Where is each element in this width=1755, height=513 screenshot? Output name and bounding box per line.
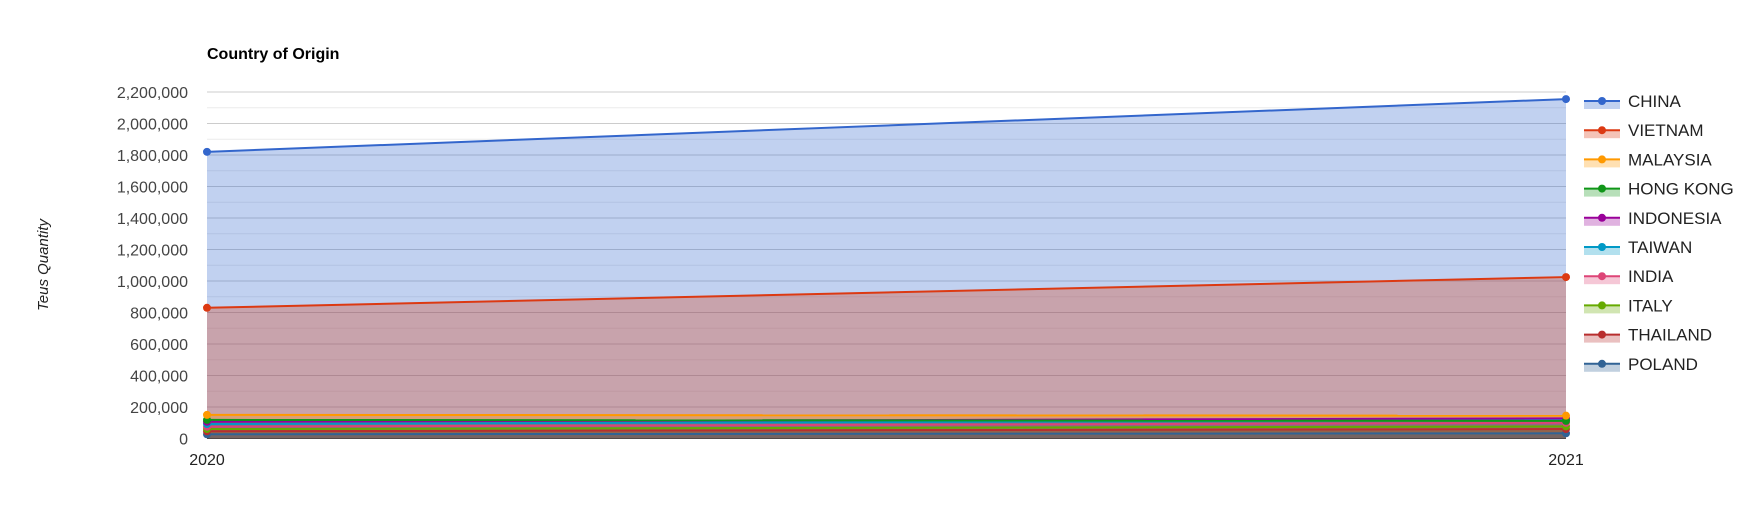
legend-item: ITALY xyxy=(1584,296,1673,315)
legend-label: VIETNAM xyxy=(1628,121,1704,140)
legend-label: INDONESIA xyxy=(1628,209,1722,228)
legend-label: INDIA xyxy=(1628,267,1674,286)
series-areas xyxy=(207,99,1566,439)
y-tick-label: 1,800,000 xyxy=(117,148,188,165)
legend-label: THAILAND xyxy=(1628,326,1712,345)
legend-label: MALAYSIA xyxy=(1628,150,1712,169)
legend-label: ITALY xyxy=(1628,296,1673,315)
y-tick-label: 2,000,000 xyxy=(117,117,188,134)
legend-marker xyxy=(1598,155,1606,164)
legend-marker xyxy=(1598,213,1606,222)
y-tick-label: 800,000 xyxy=(130,306,188,323)
legend-marker xyxy=(1598,184,1606,193)
legend-marker xyxy=(1598,301,1606,310)
point-china xyxy=(203,147,211,156)
legend-label: CHINA xyxy=(1628,92,1682,111)
y-tick-label: 600,000 xyxy=(130,337,188,354)
legend-item: POLAND xyxy=(1584,355,1698,374)
legend-item: INDIA xyxy=(1584,267,1674,286)
legend-item: MALAYSIA xyxy=(1584,150,1712,169)
legend-marker xyxy=(1598,243,1606,251)
y-axis-ticks: 0 200,000 400,000 600,000 800,000 1,000,000 1,… xyxy=(117,85,188,449)
area-chart: Country of Origin Teus Quantity 0 200,000… xyxy=(35,46,1734,469)
legend-marker xyxy=(1598,330,1606,339)
legend-label: HONG KONG xyxy=(1628,180,1734,199)
legend-item: CHINA xyxy=(1584,92,1682,111)
line-malaysia xyxy=(206,413,1567,417)
legend-marker xyxy=(1598,272,1606,281)
line-poland xyxy=(206,432,1567,436)
legend: CHINA VIETNAM MALAYSIA HONG KONG INDONESIA TA… xyxy=(1584,92,1734,374)
point-china xyxy=(1562,95,1570,104)
legend-item: HONG KONG xyxy=(1584,180,1734,199)
y-tick-label: 200,000 xyxy=(130,400,188,417)
x-axis-ticks: 2020 2021 xyxy=(189,452,1584,469)
y-tick-label: 1,000,000 xyxy=(117,274,188,291)
legend-marker xyxy=(1598,126,1606,135)
line-hong-kong xyxy=(206,418,1567,422)
y-tick-label: 0 xyxy=(179,432,188,449)
point-malaysia xyxy=(203,410,211,419)
legend-label: POLAND xyxy=(1628,355,1698,374)
y-tick-label: 2,200,000 xyxy=(117,85,188,102)
y-tick-label: 400,000 xyxy=(130,369,188,386)
legend-item: THAILAND xyxy=(1584,326,1712,345)
legend-label: TAIWAN xyxy=(1628,238,1692,257)
legend-item: TAIWAN xyxy=(1584,238,1692,257)
legend-item: VIETNAM xyxy=(1584,121,1704,140)
y-tick-label: 1,600,000 xyxy=(117,180,188,197)
chart-title: Country of Origin xyxy=(207,46,339,63)
y-tick-label: 1,200,000 xyxy=(117,243,188,260)
legend-marker xyxy=(1598,359,1606,368)
point-vietnam xyxy=(1562,273,1570,282)
y-axis-label: Teus Quantity xyxy=(35,218,52,311)
x-tick-label: 2020 xyxy=(189,452,225,469)
point-malaysia xyxy=(1562,411,1570,420)
x-tick-label: 2021 xyxy=(1548,452,1584,469)
legend-item: INDONESIA xyxy=(1584,209,1722,228)
point-vietnam xyxy=(203,303,211,312)
y-tick-label: 1,400,000 xyxy=(117,211,188,228)
legend-marker xyxy=(1598,97,1606,105)
